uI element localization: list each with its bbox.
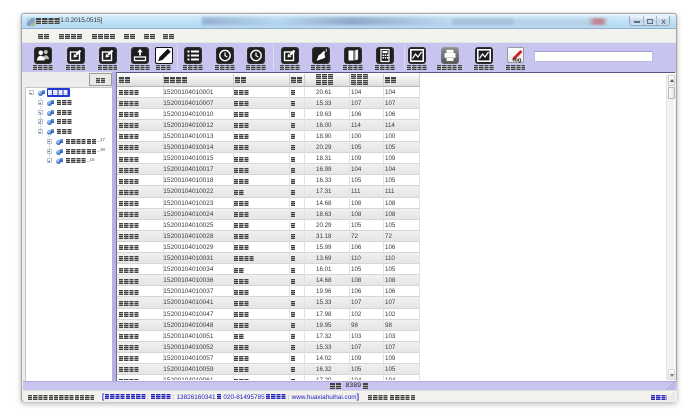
svg-text:log: log [513, 57, 521, 63]
